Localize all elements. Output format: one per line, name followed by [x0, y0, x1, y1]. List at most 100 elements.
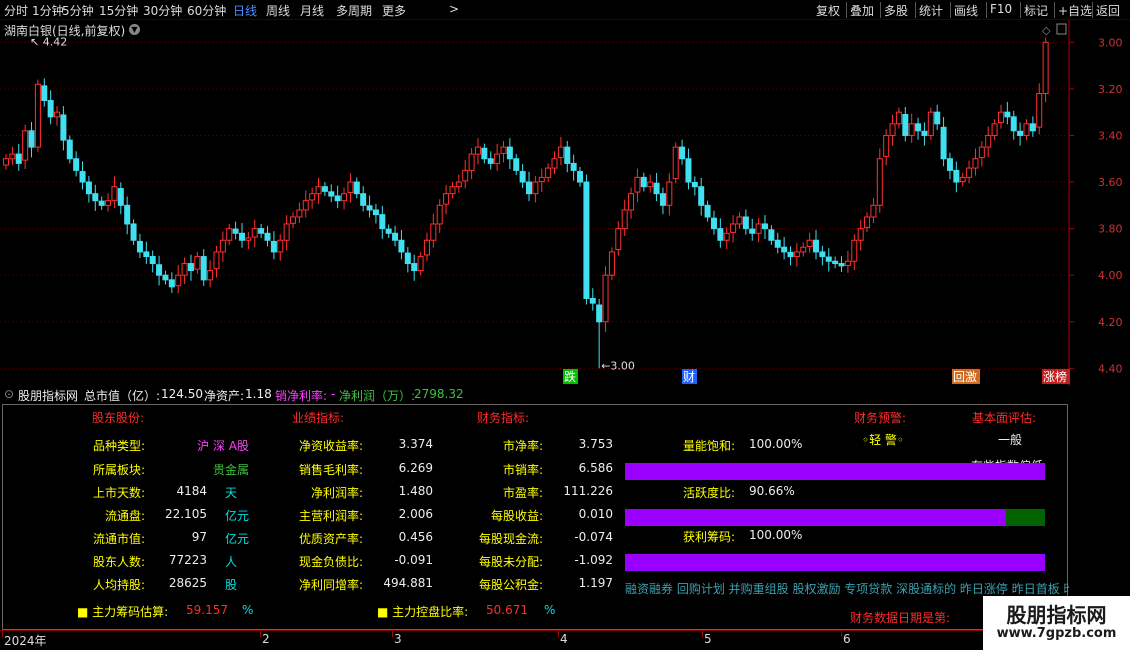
candle-body[interactable]	[915, 123, 922, 132]
candle-body[interactable]	[813, 239, 820, 253]
candle-body[interactable]	[360, 193, 367, 206]
candle-body[interactable]	[334, 195, 341, 202]
candle-body[interactable]	[194, 256, 201, 270]
candle-body[interactable]	[781, 246, 788, 253]
diamond-icon[interactable]: ◇	[1042, 24, 1051, 37]
tool-button-7[interactable]: +自选	[1058, 2, 1092, 19]
candle-body[interactable]	[768, 229, 775, 241]
candle-body[interactable]	[117, 188, 124, 206]
candle-body[interactable]	[608, 251, 615, 276]
candle-body[interactable]	[730, 223, 737, 233]
candle-body[interactable]	[22, 130, 29, 161]
candle-body[interactable]	[621, 209, 628, 230]
candle-body[interactable]	[207, 270, 214, 281]
period-tab-8[interactable]: 月线	[300, 2, 324, 19]
candle-body[interactable]	[774, 239, 781, 248]
collapse-icon[interactable]: ⊙	[4, 387, 14, 401]
candle-body[interactable]	[966, 167, 973, 178]
candle-body[interactable]	[666, 181, 673, 206]
candle-body[interactable]	[28, 130, 35, 148]
period-tab-9[interactable]: 多周期	[336, 2, 372, 19]
candle-body[interactable]	[959, 176, 966, 183]
candle-body[interactable]	[1036, 93, 1043, 128]
candle-body[interactable]	[1042, 41, 1049, 95]
candle-body[interactable]	[557, 146, 564, 159]
candle-body[interactable]	[940, 126, 947, 160]
candle-body[interactable]	[124, 204, 131, 225]
candle-body[interactable]	[870, 204, 877, 218]
candle-body[interactable]	[347, 181, 354, 194]
candle-body[interactable]	[162, 274, 169, 281]
candle-body[interactable]	[500, 146, 507, 154]
candle-body[interactable]	[258, 228, 265, 234]
candle-body[interactable]	[895, 111, 902, 125]
candle-body[interactable]	[34, 83, 41, 148]
candle-body[interactable]	[647, 181, 654, 188]
candle-body[interactable]	[953, 169, 960, 183]
tool-button-1[interactable]: 叠加	[850, 2, 874, 19]
candle-body[interactable]	[181, 263, 188, 276]
candle-body[interactable]	[105, 200, 112, 206]
candle-body[interactable]	[85, 181, 92, 195]
period-tab-0[interactable]: 分时	[4, 2, 28, 19]
candle-body[interactable]	[487, 158, 494, 164]
candle-body[interactable]	[232, 228, 239, 234]
candle-body[interactable]	[946, 158, 953, 171]
chevron-right-icon[interactable]: >	[449, 2, 459, 16]
candle-body[interactable]	[41, 85, 48, 102]
candle-body[interactable]	[793, 251, 800, 258]
period-tab-2[interactable]: 5分钟	[62, 2, 94, 19]
candle-body[interactable]	[985, 134, 992, 148]
candle-body[interactable]	[749, 228, 756, 234]
candle-body[interactable]	[883, 134, 890, 157]
candle-body[interactable]	[156, 264, 163, 276]
candle-body[interactable]	[908, 123, 915, 136]
candle-body[interactable]	[589, 297, 596, 304]
candle-body[interactable]	[474, 146, 481, 155]
candle-body[interactable]	[9, 153, 16, 160]
candle-body[interactable]	[366, 205, 373, 211]
candle-body[interactable]	[379, 214, 386, 230]
candle-body[interactable]	[717, 228, 724, 241]
candle-body[interactable]	[991, 123, 998, 136]
candle-body[interactable]	[704, 204, 711, 218]
candle-body[interactable]	[79, 171, 86, 183]
candle-body[interactable]	[302, 200, 309, 211]
candle-body[interactable]	[187, 263, 194, 272]
candle-body[interactable]	[526, 181, 532, 195]
candle-body[interactable]	[519, 171, 526, 183]
candle-body[interactable]	[672, 146, 679, 180]
candle-body[interactable]	[328, 191, 335, 197]
candle-body[interactable]	[3, 158, 9, 166]
candle-body[interactable]	[130, 223, 137, 241]
candle-body[interactable]	[315, 186, 322, 195]
tool-button-2[interactable]: 多股	[884, 2, 908, 19]
candle-body[interactable]	[423, 239, 430, 256]
candle-body[interactable]	[353, 181, 360, 195]
candle-body[interactable]	[417, 256, 424, 272]
candle-body[interactable]	[385, 228, 392, 234]
candle-body[interactable]	[264, 232, 271, 241]
candle-body[interactable]	[321, 186, 328, 192]
candle-body[interactable]	[149, 256, 156, 265]
candle-body[interactable]	[1004, 111, 1011, 118]
candle-body[interactable]	[111, 186, 118, 202]
candle-body[interactable]	[98, 200, 105, 206]
candle-body[interactable]	[710, 217, 717, 230]
candle-body[interactable]	[443, 193, 450, 205]
candle-body[interactable]	[341, 193, 348, 202]
candle-body[interactable]	[602, 274, 609, 323]
tool-button-0[interactable]: 复权	[816, 2, 840, 19]
candle-body[interactable]	[997, 111, 1004, 124]
candle-body[interactable]	[927, 111, 934, 136]
candle-body[interactable]	[277, 239, 284, 253]
candle-body[interactable]	[290, 216, 297, 224]
candle-body[interactable]	[532, 181, 539, 195]
candle-body[interactable]	[640, 176, 647, 188]
period-tab-6[interactable]: 日线	[233, 2, 257, 19]
candle-body[interactable]	[972, 158, 979, 169]
candle-body[interactable]	[570, 162, 577, 171]
candle-body[interactable]	[934, 111, 941, 125]
candle-body[interactable]	[577, 171, 584, 183]
tool-button-6[interactable]: 标记	[1024, 2, 1048, 19]
